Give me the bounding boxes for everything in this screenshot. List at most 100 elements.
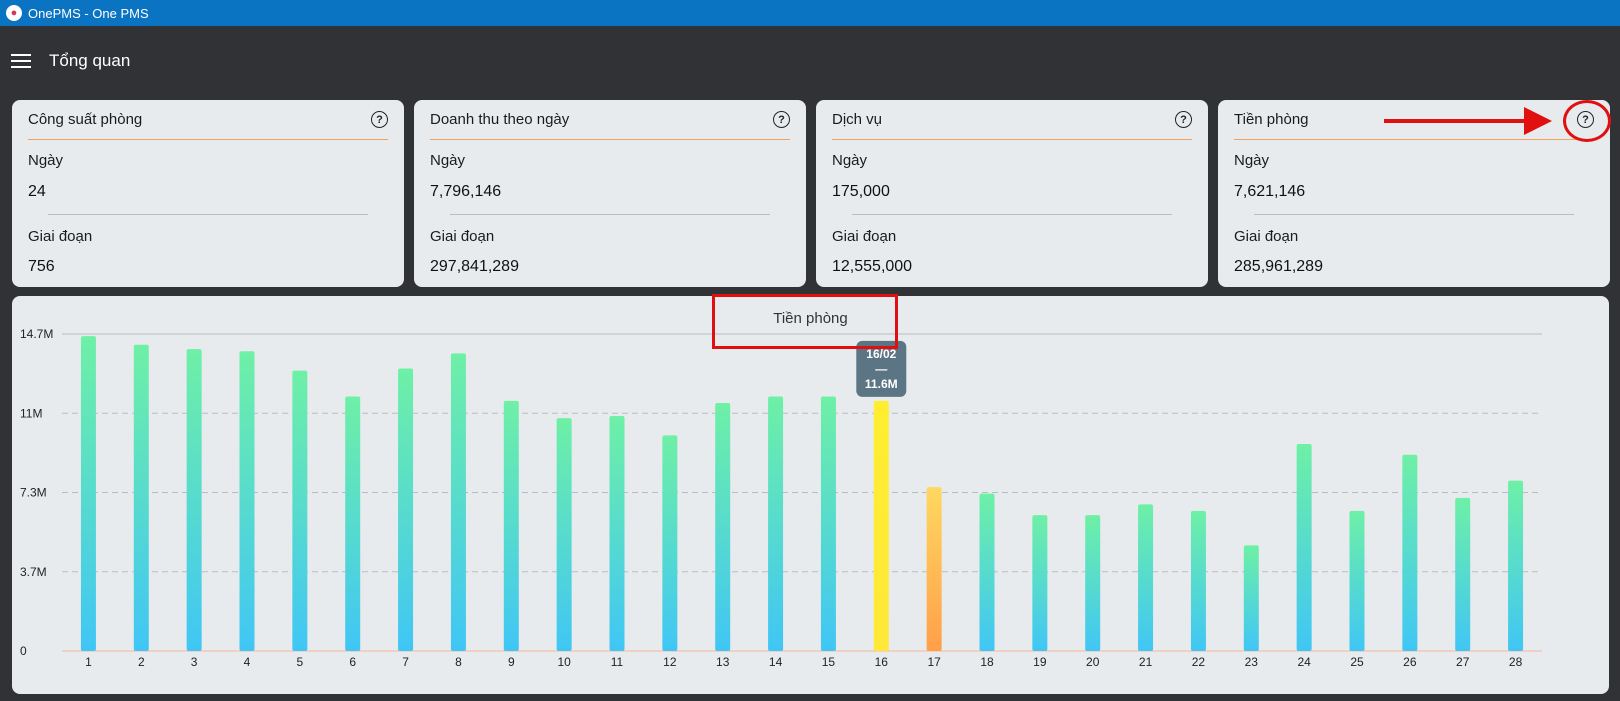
bar-10[interactable] [556, 418, 572, 651]
x-tick-label: 13 [716, 655, 730, 669]
bar-9[interactable] [503, 400, 519, 651]
arrow-annotation [1384, 119, 1532, 123]
x-tick-label: 2 [138, 655, 145, 669]
bar-11[interactable] [609, 415, 625, 651]
x-tick-label: 20 [1086, 655, 1100, 669]
x-tick-label: 1 [85, 655, 92, 669]
x-tick-label: 22 [1192, 655, 1206, 669]
day-value: 175,000 [832, 183, 890, 200]
card-title: Doanh thu theo ngày [430, 111, 570, 128]
bar-22[interactable] [1190, 510, 1206, 651]
chart-panel: Tiền phòng 0 3.7M 7.3M 11M 14.7M 1 2 3 4 5 6 7 8 9 10 1… [12, 296, 1609, 694]
bar-21[interactable] [1138, 504, 1154, 651]
period-label: Giai đoạn [28, 228, 93, 245]
card-room-occupancy: Công suất phòng ? Ngày 24 Giai đoạn 756 [12, 100, 404, 287]
x-tick-label: 12 [663, 655, 677, 669]
card-header: Công suất phòng ? [28, 100, 388, 140]
x-tick-label: 28 [1509, 655, 1523, 669]
divider [852, 214, 1172, 215]
bar-1[interactable] [80, 336, 96, 651]
bar-6[interactable] [345, 396, 361, 651]
divider [450, 214, 770, 215]
x-tick-label: 19 [1033, 655, 1047, 669]
period-value: 12,555,000 [832, 258, 913, 275]
bar-23[interactable] [1243, 545, 1259, 651]
y-tick-label: 14.7M [20, 327, 53, 341]
bar-3[interactable] [186, 349, 202, 651]
x-tick-label: 26 [1403, 655, 1417, 669]
divider [1254, 214, 1574, 215]
card-daily-revenue: Doanh thu theo ngày ? Ngày 7,796,146 Gia… [414, 100, 806, 287]
help-icon[interactable]: ? [1175, 111, 1192, 128]
x-tick-label: 7 [402, 655, 409, 669]
day-value: 7,621,146 [1234, 183, 1306, 200]
x-tick-label: 16 [875, 655, 889, 669]
bar-27[interactable] [1455, 497, 1471, 651]
day-label: Ngày [1234, 152, 1270, 169]
bar-2[interactable] [133, 344, 149, 651]
bar-17[interactable] [926, 487, 942, 651]
x-tick-label: 3 [191, 655, 198, 669]
page-title: Tổng quan [49, 51, 131, 70]
help-icon[interactable]: ? [773, 111, 790, 128]
day-value: 24 [28, 183, 46, 200]
circle-annotation [1563, 100, 1611, 142]
highlight-box-annotation [712, 294, 898, 349]
period-value: 756 [28, 258, 55, 275]
bar-12[interactable] [662, 435, 678, 651]
card-header: Dịch vụ ? [832, 100, 1192, 140]
card-header: Doanh thu theo ngày ? [430, 100, 790, 140]
card-title: Dịch vụ [832, 111, 883, 128]
day-label: Ngày [832, 152, 868, 169]
arrow-head-annotation [1524, 107, 1552, 135]
x-tick-label: 18 [980, 655, 994, 669]
x-tick-label: 4 [244, 655, 251, 669]
day-label: Ngày [430, 152, 466, 169]
x-tick-label: 27 [1456, 655, 1470, 669]
x-tick-label: 5 [297, 655, 304, 669]
x-tick-label: 17 [927, 655, 941, 669]
bar-25[interactable] [1349, 510, 1365, 651]
x-tick-label: 8 [455, 655, 462, 669]
tooltip-value: 11.6M [865, 377, 898, 391]
period-label: Giai đoạn [1234, 228, 1299, 245]
bar-26[interactable] [1402, 454, 1418, 651]
bar-14[interactable] [768, 396, 784, 651]
y-tick-label: 7.3M [20, 486, 47, 500]
bar-8[interactable] [450, 353, 466, 651]
window-title: OnePMS - One PMS [28, 5, 149, 21]
x-tick-label: 6 [349, 655, 356, 669]
bar-4[interactable] [239, 351, 255, 651]
x-tick-label: 9 [508, 655, 515, 669]
bar-13[interactable] [715, 403, 731, 651]
menu-icon[interactable] [11, 50, 31, 72]
bar-5[interactable] [292, 370, 308, 651]
period-label: Giai đoạn [430, 228, 495, 245]
x-tick-label: 15 [822, 655, 836, 669]
x-tick-label: 24 [1297, 655, 1311, 669]
bar-chart: 03.7M7.3M11M14.7M1 2 3 4 5 6 7 8 9 10 11 12 13 14 15 16… [20, 327, 1542, 669]
help-icon[interactable]: ? [371, 111, 388, 128]
bar-24[interactable] [1296, 443, 1312, 651]
day-label: Ngày [28, 152, 64, 169]
card-title: Công suất phòng [28, 111, 143, 128]
bar-18[interactable] [979, 493, 995, 651]
bar-20[interactable] [1085, 515, 1101, 651]
x-tick-label: 14 [769, 655, 783, 669]
y-tick-label: 3.7M [20, 565, 47, 579]
y-tick-label: 11M [20, 406, 42, 420]
window-titlebar: ● OnePMS - One PMS [0, 0, 1620, 26]
bar-19[interactable] [1032, 515, 1048, 651]
bar-7[interactable] [398, 368, 414, 651]
day-value: 7,796,146 [430, 183, 502, 200]
app-bar: Tổng quan [0, 26, 1620, 96]
x-tick-label: 21 [1139, 655, 1153, 669]
card-services: Dịch vụ ? Ngày 175,000 Giai đoạn 12,555,… [816, 100, 1208, 287]
x-tick-label: 10 [557, 655, 571, 669]
bar-28[interactable] [1508, 480, 1524, 651]
bar-16[interactable] [873, 400, 889, 651]
period-value: 285,961,289 [1234, 258, 1323, 275]
period-value: 297,841,289 [430, 258, 519, 275]
bar-15[interactable] [820, 396, 836, 651]
x-tick-label: 25 [1350, 655, 1364, 669]
